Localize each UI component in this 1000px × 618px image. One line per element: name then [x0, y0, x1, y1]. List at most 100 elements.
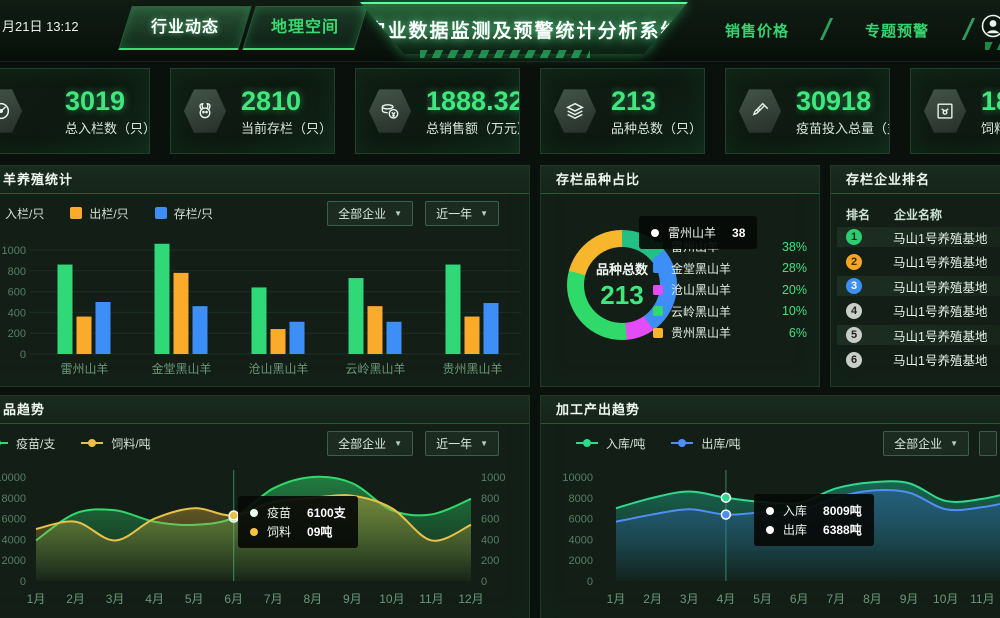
breeding-bar-chart[interactable]: 02004006008001000雷州山羊金堂黑山羊沧山黑山羊云岭黑山羊贵州黑山…: [0, 232, 531, 388]
svg-text:200: 200: [481, 555, 499, 567]
hazard-stripes: [420, 50, 590, 58]
tooltip-dot: [250, 509, 258, 517]
svg-text:6000: 6000: [569, 514, 593, 526]
tab-geo-space[interactable]: 地理空间: [242, 6, 367, 50]
time-filter-dropdown[interactable]: 近一年▼: [425, 201, 499, 226]
svg-text:雷州山羊: 雷州山羊: [60, 361, 108, 376]
legend-item-outbound[interactable]: 出库/吨: [671, 435, 740, 452]
legend-item-stock[interactable]: 存栏/只: [155, 205, 213, 222]
company-filter-dropdown[interactable]: 全部企业▼: [327, 431, 413, 456]
hazard-stripes: [985, 42, 1000, 50]
panel-variety-share: 存栏品种占比 品种总数 213 雷州山羊 38% 金堂黑山羊 28%: [540, 165, 820, 387]
tooltip-dot: [766, 526, 774, 534]
tab-special-warning[interactable]: 专题预警: [865, 20, 929, 41]
svg-text:5月: 5月: [185, 592, 204, 606]
rank-badge: 2: [846, 254, 862, 270]
svg-text:3月: 3月: [680, 592, 699, 606]
svg-text:400: 400: [8, 307, 26, 319]
svg-text:4000: 4000: [569, 534, 593, 546]
svg-text:云岭黑山羊: 云岭黑山羊: [345, 361, 405, 376]
legend-item-inbound[interactable]: 入库/吨: [576, 435, 645, 452]
svg-text:600: 600: [481, 514, 499, 526]
tab-industry-news[interactable]: 行业动态: [118, 6, 251, 50]
rank-badge: 4: [846, 303, 862, 319]
stat-value: 2810: [241, 86, 332, 116]
rank-badge: 6: [846, 352, 862, 368]
dashboard-screen: 月21日 13:12 行业动态 地理空间 农业数据监测及预警统计分析系统 销售价…: [0, 0, 1000, 618]
legend-item-feed[interactable]: 饲料/吨: [81, 435, 150, 452]
svg-text:400: 400: [481, 534, 499, 546]
stat-value: 1888.32: [426, 86, 519, 116]
legend-line-marker: [81, 442, 103, 444]
dashboard-canvas: 月21日 13:12 行业动态 地理空间 农业数据监测及预警统计分析系统 销售价…: [0, 0, 1000, 618]
svg-text:9月: 9月: [343, 592, 362, 606]
stat-value: 213: [611, 86, 702, 116]
chevron-down-icon: ▼: [394, 209, 402, 218]
svg-text:0: 0: [481, 576, 487, 588]
svg-text:8月: 8月: [863, 592, 882, 606]
stat-label: 疫苗投入总量（支）: [796, 118, 889, 137]
system-title-banner: 农业数据监测及预警统计分析系统: [360, 2, 688, 54]
rank-badge: 5: [846, 327, 862, 343]
svg-text:8000: 8000: [569, 493, 593, 505]
stat-cards-row: 3019 总入栏数（只） 2810 当前存栏（只） 1888.32 总销售额（万…: [0, 68, 1000, 154]
panel-sheep-breeding-stats: 羊养殖统计 入栏/只 出栏/只 存栏/只 全部企业▼ 近一年▼ 02004006…: [0, 165, 530, 387]
rank-badge: 1: [846, 229, 862, 245]
svg-text:沧山黑山羊: 沧山黑山羊: [248, 361, 308, 376]
datetime-label: 月21日 13:12: [2, 16, 79, 35]
legend-item-out[interactable]: 出栏/只: [70, 205, 128, 222]
stat-card-current-stock: 2810 当前存栏（只）: [170, 68, 335, 154]
svg-text:800: 800: [481, 493, 499, 505]
svg-text:11月: 11月: [970, 592, 994, 606]
legend-item-vaccine[interactable]: 疫苗/支: [0, 435, 55, 452]
panel-output-trend: 加工产出趋势 入库/吨 出库/吨 全部企业▼ 02000400060008000…: [540, 395, 1000, 618]
ranking-row: 6 马山1号养殖基地: [837, 350, 1000, 370]
svg-text:8000: 8000: [2, 493, 26, 505]
ranking-row: 2 马山1号养殖基地: [837, 252, 1000, 272]
slash-divider: [962, 18, 975, 40]
svg-text:10月: 10月: [933, 592, 958, 606]
company-filter-dropdown[interactable]: 全部企业▼: [327, 201, 413, 226]
syringe-icon: [738, 88, 782, 134]
goat-icon: [183, 88, 227, 134]
input-trend-tooltip: 疫苗 6100支 饲料 09吨: [238, 496, 358, 548]
svg-text:金堂黑山羊: 金堂黑山羊: [151, 361, 211, 376]
main-panels-row: 羊养殖统计 入栏/只 出栏/只 存栏/只 全部企业▼ 近一年▼ 02004006…: [0, 165, 1000, 387]
svg-text:11月: 11月: [419, 592, 443, 606]
coins-icon: [368, 88, 412, 134]
time-filter-dropdown[interactable]: 近一年▼: [425, 431, 499, 456]
stat-label: 饲料投入: [981, 118, 1000, 137]
time-filter-dropdown-partial[interactable]: [979, 431, 997, 456]
panel-input-trend: 品趋势 疫苗/支 饲料/吨 全部企业▼ 近一年▼ 020004000600080…: [0, 395, 530, 618]
svg-text:2000: 2000: [569, 555, 593, 567]
legend-swatch: [155, 207, 167, 219]
rank-badge: 3: [846, 278, 862, 294]
svg-text:1月: 1月: [27, 592, 46, 606]
donut-tooltip: 雷州山羊 38: [639, 216, 757, 249]
stat-value: 188: [981, 86, 1000, 116]
svg-text:7月: 7月: [264, 592, 283, 606]
ranking-row: 4 马山1号养殖基地: [837, 301, 1000, 321]
company-filter-dropdown[interactable]: 全部企业▼: [883, 431, 969, 456]
svg-text:12月: 12月: [458, 592, 483, 606]
svg-text:8月: 8月: [303, 592, 322, 606]
tab-sales-price[interactable]: 销售价格: [725, 20, 789, 41]
svg-text:10000: 10000: [0, 472, 26, 484]
ranking-row: 5 马山1号养殖基地: [837, 325, 1000, 345]
svg-text:1000: 1000: [481, 472, 505, 484]
stat-card-total-sales: 1888.32 总销售额（万元）: [355, 68, 520, 154]
svg-text:0: 0: [587, 576, 593, 588]
tooltip-dot: [250, 528, 258, 536]
svg-text:2月: 2月: [643, 592, 662, 606]
output-trend-tooltip: 入库 8009吨 出库 6388吨: [754, 494, 874, 546]
svg-text:200: 200: [8, 328, 26, 340]
stat-card-vaccine-total: 30918 疫苗投入总量（支）: [725, 68, 890, 154]
svg-text:5月: 5月: [753, 592, 772, 606]
stat-label: 品种总数（只）: [611, 118, 702, 137]
stat-label: 总销售额（万元）: [426, 118, 519, 137]
stat-value: 30918: [796, 86, 889, 116]
user-avatar-icon[interactable]: [981, 14, 1000, 38]
legend-item-in[interactable]: 入栏/只: [0, 205, 44, 222]
stat-card-variety-total: 213 品种总数（只）: [540, 68, 705, 154]
legend-line-marker: [576, 442, 598, 444]
